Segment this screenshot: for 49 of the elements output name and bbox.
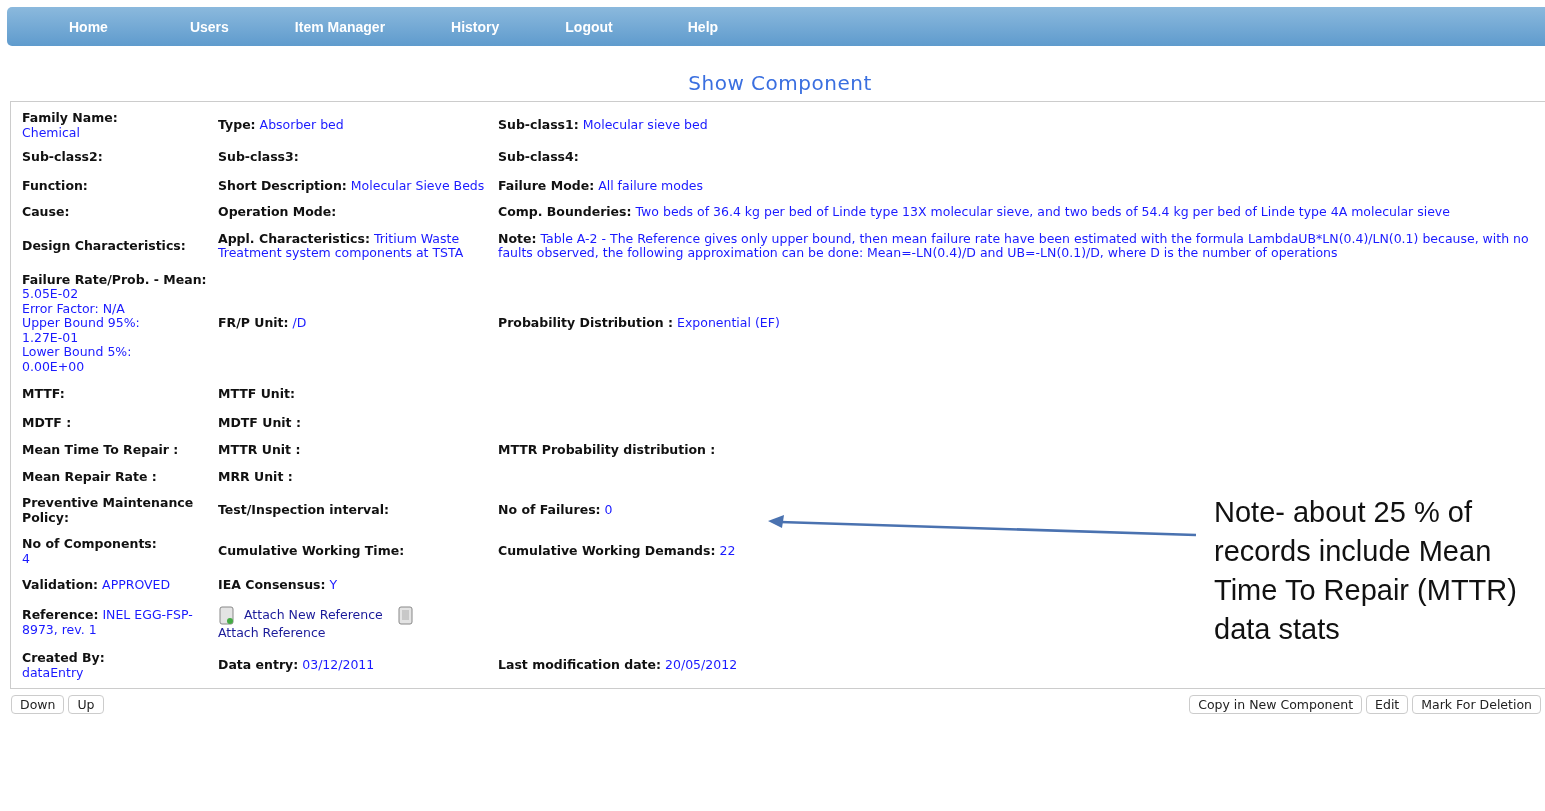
document-icon[interactable] [396,605,415,626]
field-text: Sub-class4: [498,150,579,165]
field-text: Probability Distribution : Exponential (EF) [498,316,780,331]
field-text: MDTF : [22,415,72,430]
field-text: Appl. Characteristics: Tritium Waste Treatment system components at TSTA [218,231,465,261]
field-text: Preventive Maintenance Policy: [22,496,195,525]
field-text: Mean Repair Rate : [22,469,157,484]
field-text: MDTF Unit : [218,415,301,430]
field-text: Data entry: 03/12/2011 [218,658,375,673]
field-text: Function: [22,178,88,193]
field-text: Sub-class2: [22,150,103,165]
field-text: Note: Table A-2 - The Reference gives only upper bound, then mean failure rate have been estimated with the formula LambdaUB*LN(0.4)/LN(0.1) because, with no faults observed, the following approximation can be done: Mean=-LN(0.4)/D and UB=-LN(0.1)/D, where D is the number of operations [498,231,1530,261]
attach-new-reference-link[interactable]: Attach New Reference [218,605,383,626]
nav-button[interactable]: Down [11,695,65,714]
field-text: Short Description: Molecular Sieve Beds [218,178,485,193]
field-text: Created By: dataEntry [22,651,105,680]
field-text: MTTF: [22,387,65,402]
action-button[interactable]: Copy in New Component [1189,695,1363,714]
field-text: Mean Time To Repair : [22,443,179,458]
field-text: Last modification date: 20/05/2012 [498,658,738,673]
action-button[interactable]: Edit [1366,695,1409,714]
field-text: MRR Unit : [218,469,293,484]
field-text: No of Failures: 0 [498,503,613,518]
field-text: No of Components: 4 [22,537,157,566]
field-text: FR/P Unit: /D [218,316,307,331]
field-text: MTTR Probability distribution : [498,443,716,458]
field-text: Sub-class3: [218,150,299,165]
field-text: IEA Consensus: Y [218,578,338,593]
field-text: Family Name: Chemical [22,111,118,140]
field-text: Design Characteristics: [22,238,186,254]
field-text: Cumulative Working Time: [218,544,405,559]
action-button[interactable]: Mark For Deletion [1412,695,1541,714]
field-text: Cumulative Working Demands: 22 [498,544,736,559]
field-text: Sub-class1: Molecular sieve bed [498,118,708,133]
attach-reference-link[interactable]: Attach Reference [218,625,415,640]
field-text: Type: Absorber bed [218,118,344,133]
field-text: MTTF Unit: [218,387,295,402]
field-text: Operation Mode: [218,205,337,220]
nav-button[interactable]: Up [68,695,104,714]
field-text: Comp. Bounderies: Two beds of 36.4 kg per bed of Linde type 13X molecular sieve, and two beds of 54.4 kg per bed of Linde type 4A molecular sieve [498,205,1450,220]
field-text: Validation: APPROVED [22,578,171,593]
field-text: Test/Inspection interval: [218,503,389,518]
field-text: Failure Mode: All failure modes [498,178,704,193]
field-text: Cause: [22,205,70,220]
field-text: Reference: INEL EGG-FSP-8973, rev. 1 [22,608,194,638]
page-title: Show Component [687,71,873,95]
document-add-icon[interactable] [218,605,236,626]
field-text: MTTR Unit : [218,443,301,458]
field-text: Failure Rate/Prob. - Mean: 5.05E-02 Error Factor: N/A Upper Bound 95%: 1.27E-01 Lower Bound 5%: 0.00E+00 [22,272,208,374]
